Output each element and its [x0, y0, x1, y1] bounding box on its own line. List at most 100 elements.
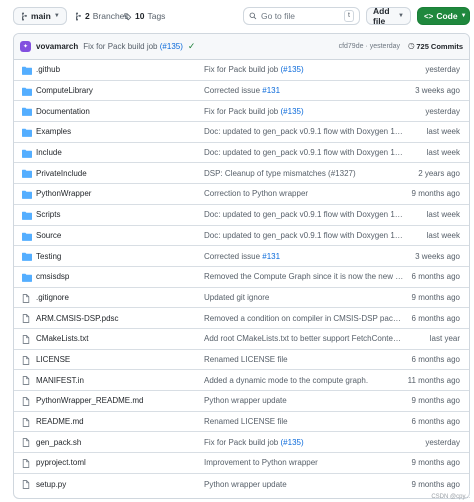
tags-link[interactable]: 10 Tags	[124, 7, 165, 25]
file-commit-message[interactable]: Doc: updated to gen_pack v0.9.1 flow wit…	[204, 210, 404, 219]
file-icon	[22, 479, 32, 489]
file-commit-message[interactable]: Add root CMakeLists.txt to better suppor…	[204, 334, 404, 343]
file-name[interactable]: PrivateInclude	[36, 169, 87, 178]
file-commit-message[interactable]: Doc: updated to gen_pack v0.9.1 flow wit…	[204, 148, 404, 157]
file-row[interactable]: CMakeLists.txt Add root CMakeLists.txt to…	[14, 329, 469, 350]
file-row[interactable]: setup.py Python wrapper update 9 months a…	[14, 474, 469, 495]
file-commit-link[interactable]: (#135)	[281, 107, 304, 116]
folder-icon	[22, 149, 32, 158]
commit-message-text: Fix for Pack build job	[83, 42, 158, 51]
file-row[interactable]: PrivateInclude DSP: Cleanup of type misma…	[14, 163, 469, 185]
branches-link[interactable]: 2 Branches	[74, 7, 129, 25]
commits-text: Commits	[430, 42, 463, 51]
file-commit-message[interactable]: Doc: updated to gen_pack v0.9.1 flow wit…	[204, 127, 404, 136]
file-name[interactable]: cmsisdsp	[36, 272, 69, 281]
file-row[interactable]: .github Fix for Pack build job (#135) yest…	[14, 60, 469, 81]
file-commit-message[interactable]: Renamed LICENSE file	[204, 355, 404, 364]
file-commit-message[interactable]: Removed a condition on compiler in CMSIS…	[204, 314, 404, 323]
file-commit-link[interactable]: (#135)	[281, 438, 304, 447]
file-commit-message[interactable]: Corrected issue #131	[204, 252, 404, 261]
file-commit-link[interactable]: (#64)	[402, 334, 404, 343]
file-row[interactable]: pyproject.toml Improvement to Python wrap…	[14, 453, 469, 474]
file-row[interactable]: Examples Doc: updated to gen_pack v0.9.1 …	[14, 122, 469, 143]
file-name[interactable]: Examples	[36, 127, 71, 136]
add-file-button[interactable]: Add file ▼	[366, 6, 411, 26]
file-row[interactable]: ARM.CMSIS-DSP.pdsc Removed a condition on…	[14, 308, 469, 329]
file-commit-message[interactable]: DSP: Cleanup of type mismatches (#1327)	[204, 169, 404, 178]
file-name[interactable]: README.md	[36, 417, 84, 426]
commit-author[interactable]: vovamarch	[36, 42, 78, 51]
file-commit-message[interactable]: Updated git ignore	[204, 293, 404, 302]
file-commit-message[interactable]: Removed the Compute Graph since it is no…	[204, 272, 404, 281]
file-commit-message[interactable]: Renamed LICENSE file	[204, 417, 404, 426]
folder-icon	[22, 87, 32, 96]
file-commit-text: Python wrapper update	[204, 396, 287, 406]
file-name[interactable]: ComputeLibrary	[36, 86, 93, 95]
file-commit-link[interactable]: (#135)	[281, 65, 304, 74]
file-name[interactable]: setup.py	[36, 480, 66, 489]
file-name[interactable]: Source	[36, 231, 61, 240]
file-name[interactable]: LICENSE	[36, 355, 70, 364]
file-commit-date: last year	[429, 334, 460, 344]
file-name[interactable]: MANIFEST.in	[36, 376, 84, 385]
avatar[interactable]: ✦	[20, 41, 31, 52]
file-commit-message[interactable]: Python wrapper update	[204, 396, 404, 405]
file-name[interactable]: ARM.CMSIS-DSP.pdsc	[36, 314, 119, 323]
commit-pr-link[interactable]: (#135)	[160, 42, 183, 51]
file-name[interactable]: PythonWrapper_README.md	[36, 396, 143, 405]
branch-name: main	[31, 11, 51, 21]
file-name[interactable]: gen_pack.sh	[36, 438, 81, 447]
file-icon	[22, 397, 32, 406]
file-row[interactable]: Testing Corrected issue #131 3 weeks ago	[14, 246, 469, 267]
file-row[interactable]: .gitignore Updated git ignore 9 months ag…	[14, 288, 469, 309]
folder-icon	[22, 190, 32, 199]
file-row[interactable]: Documentation Fix for Pack build job (#13…	[14, 101, 469, 123]
file-row[interactable]: README.md Renamed LICENSE file 6 months a…	[14, 412, 469, 433]
file-name[interactable]: Testing	[36, 252, 61, 261]
file-commit-link[interactable]: #131	[262, 86, 280, 95]
commit-message[interactable]: Fix for Pack build job (#135)	[83, 42, 183, 51]
file-row[interactable]: Include Doc: updated to gen_pack v0.9.1 f…	[14, 143, 469, 164]
file-commit-message[interactable]: Corrected issue #131	[204, 86, 404, 95]
file-row[interactable]: Source Doc: updated to gen_pack v0.9.1 fl…	[14, 226, 469, 247]
check-icon[interactable]: ✓	[188, 41, 196, 52]
file-commit-message[interactable]: Doc: updated to gen_pack v0.9.1 flow wit…	[204, 231, 404, 240]
file-icon	[22, 417, 32, 427]
code-icon: <>	[424, 11, 434, 21]
file-name[interactable]: Scripts	[36, 210, 60, 219]
code-button[interactable]: <> Code ▼	[417, 7, 470, 25]
file-icon	[22, 293, 32, 303]
chevron-down-icon: ▼	[53, 13, 60, 19]
file-commit-text: Fix for Pack build job	[204, 65, 279, 75]
file-row[interactable]: PythonWrapper_README.md Python wrapper up…	[14, 391, 469, 412]
file-name[interactable]: PythonWrapper	[36, 189, 91, 198]
folder-icon	[22, 273, 32, 282]
file-commit-link[interactable]: #131	[262, 252, 280, 261]
file-commit-message[interactable]: Fix for Pack build job (#135)	[204, 438, 404, 447]
file-row[interactable]: MANIFEST.in Added a dynamic mode to the c…	[14, 370, 469, 391]
file-commit-message[interactable]: Added a dynamic mode to the compute grap…	[204, 376, 404, 385]
commits-link[interactable]: 🕓︎ 725 Commits	[408, 42, 463, 52]
file-name[interactable]: pyproject.toml	[36, 458, 86, 467]
file-row[interactable]: Scripts Doc: updated to gen_pack v0.9.1 f…	[14, 205, 469, 226]
file-commit-message[interactable]: Python wrapper update	[204, 480, 404, 489]
file-row[interactable]: PythonWrapper Correction to Python wrappe…	[14, 184, 469, 205]
commit-sha-time[interactable]: cfd79de · yesterday	[339, 43, 400, 50]
file-commit-message[interactable]: Fix for Pack build job (#135)	[204, 65, 404, 74]
file-row[interactable]: cmsisdsp Removed the Compute Graph since …	[14, 267, 469, 288]
file-commit-message[interactable]: Fix for Pack build job (#135)	[204, 107, 404, 116]
file-name[interactable]: CMakeLists.txt	[36, 334, 88, 343]
goto-file-input[interactable]: Go to file t	[243, 7, 360, 25]
file-row[interactable]: ComputeLibrary Corrected issue #131 3 week…	[14, 81, 469, 102]
file-row[interactable]: gen_pack.sh Fix for Pack build job (#135)…	[14, 432, 469, 454]
file-commit-message[interactable]: Improvement to Python wrapper	[204, 458, 404, 467]
file-commit-date: last week	[426, 210, 460, 220]
branch-selector-button[interactable]: main ▼	[13, 7, 67, 25]
file-commit-message[interactable]: Correction to Python wrapper	[204, 189, 404, 198]
file-name[interactable]: .github	[36, 65, 60, 74]
file-commit-text: Doc: updated to gen_pack v0.9.1 flow wit…	[204, 230, 404, 240]
file-name[interactable]: .gitignore	[36, 293, 69, 302]
file-name[interactable]: Include	[36, 148, 62, 157]
file-name[interactable]: Documentation	[36, 107, 90, 116]
file-row[interactable]: LICENSE Renamed LICENSE file 6 months ago	[14, 350, 469, 371]
